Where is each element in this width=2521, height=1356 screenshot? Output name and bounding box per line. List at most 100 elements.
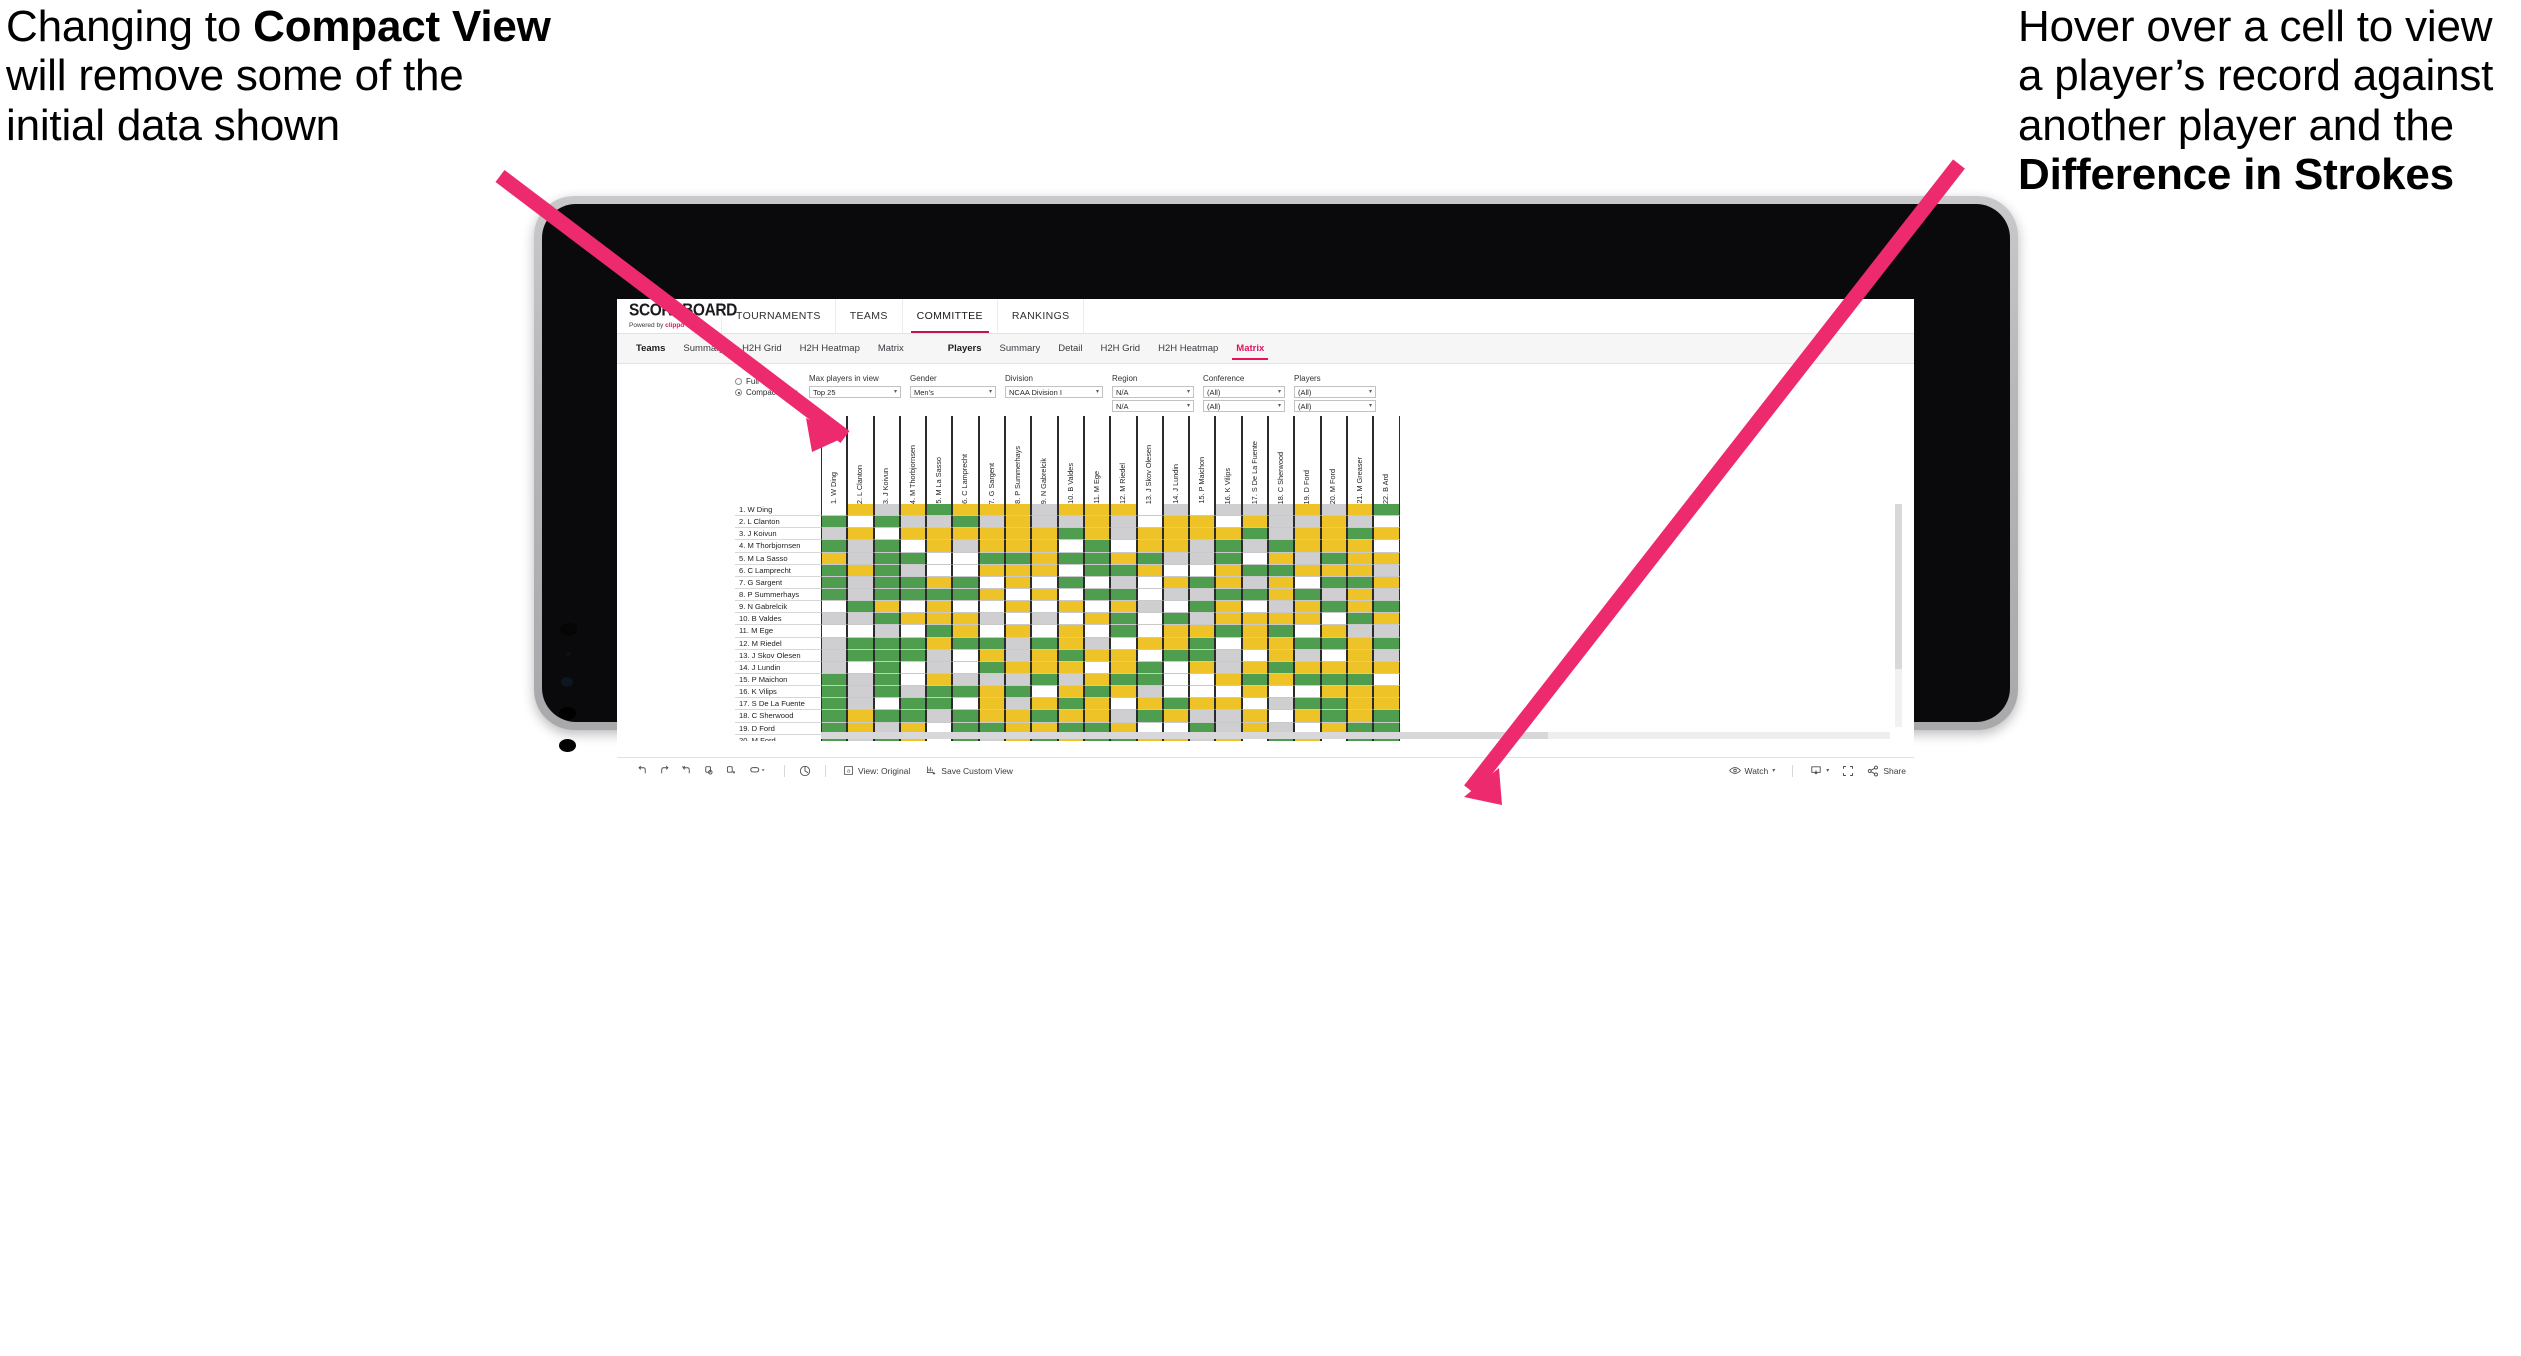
matrix-column-header[interactable]: 1. W Ding xyxy=(821,416,848,504)
matrix-cell[interactable] xyxy=(847,625,874,638)
matrix-cell[interactable] xyxy=(1031,540,1058,553)
matrix-cell[interactable] xyxy=(952,613,979,626)
matrix-cell[interactable] xyxy=(1294,528,1321,541)
matrix-cell[interactable] xyxy=(899,564,927,577)
matrix-cell[interactable] xyxy=(847,613,874,626)
matrix-cell[interactable] xyxy=(847,710,874,723)
matrix-cell[interactable] xyxy=(1136,637,1163,650)
subnav-players-matrix[interactable]: Matrix xyxy=(1227,334,1273,364)
filter-gender-select[interactable]: Men’s ▾ xyxy=(910,386,996,398)
matrix-cell[interactable] xyxy=(1110,588,1137,602)
matrix-cell[interactable] xyxy=(926,601,953,614)
matrix-cell[interactable] xyxy=(1373,528,1400,541)
matrix-cell[interactable] xyxy=(1268,698,1295,711)
matrix-cell[interactable] xyxy=(1346,637,1374,650)
matrix-cell[interactable] xyxy=(1268,649,1295,662)
matrix-cell[interactable] xyxy=(1057,564,1084,577)
matrix-cell[interactable] xyxy=(1215,516,1242,529)
matrix-cell[interactable] xyxy=(847,588,874,602)
matrix-cell[interactable] xyxy=(1346,601,1374,614)
radio-full-view[interactable]: Full View xyxy=(735,376,809,387)
matrix-cell[interactable] xyxy=(1241,673,1269,687)
matrix-vertical-scrollbar-thumb[interactable] xyxy=(1895,504,1902,670)
matrix-row-label[interactable]: 15. P Maichon xyxy=(735,673,821,687)
matrix-cell[interactable] xyxy=(1373,504,1400,517)
matrix-cell[interactable] xyxy=(1241,661,1269,674)
matrix-cell[interactable] xyxy=(847,661,874,674)
matrix-cell[interactable] xyxy=(1268,552,1295,565)
matrix-cell[interactable] xyxy=(926,540,953,553)
matrix-cell[interactable] xyxy=(1083,613,1111,626)
matrix-cell[interactable] xyxy=(978,673,1006,687)
matrix-column-header[interactable]: 17. S De La Fuente xyxy=(1241,416,1269,504)
matrix-cell[interactable] xyxy=(1320,504,1347,517)
matrix-cell[interactable] xyxy=(1136,588,1163,602)
save-custom-view-button[interactable]: Save Custom View xyxy=(918,765,1021,776)
matrix-cell[interactable] xyxy=(1268,564,1295,577)
matrix-cell[interactable] xyxy=(978,613,1006,626)
matrix-column-header[interactable]: 6. C Lamprecht xyxy=(952,416,979,504)
matrix-cell[interactable] xyxy=(1346,698,1374,711)
matrix-cell[interactable] xyxy=(1268,540,1295,553)
matrix-cell[interactable] xyxy=(926,504,953,517)
matrix-cell[interactable] xyxy=(1268,673,1295,687)
matrix-row-label[interactable]: 6. C Lamprecht xyxy=(735,564,821,577)
matrix-cell[interactable] xyxy=(1031,552,1058,565)
matrix-cell[interactable] xyxy=(1057,673,1084,687)
matrix-cell[interactable] xyxy=(1346,564,1374,577)
matrix-cell[interactable] xyxy=(1083,637,1111,650)
matrix-cell[interactable] xyxy=(926,686,953,699)
matrix-cell[interactable] xyxy=(1346,516,1374,529)
matrix-cell[interactable] xyxy=(1320,528,1347,541)
matrix-cell[interactable] xyxy=(847,576,874,589)
matrix-cell[interactable] xyxy=(1241,528,1269,541)
matrix-cell[interactable] xyxy=(1346,686,1374,699)
matrix-cell[interactable] xyxy=(1162,528,1190,541)
matrix-cell[interactable] xyxy=(873,661,900,674)
matrix-cell[interactable] xyxy=(1241,637,1269,650)
matrix-cell[interactable] xyxy=(1215,601,1242,614)
matrix-cell[interactable] xyxy=(1373,637,1400,650)
matrix-cell[interactable] xyxy=(1346,576,1374,589)
matrix-cell[interactable] xyxy=(978,698,1006,711)
matrix-cell[interactable] xyxy=(1083,516,1111,529)
matrix-cell[interactable] xyxy=(1294,576,1321,589)
matrix-cell[interactable] xyxy=(1005,504,1032,517)
matrix-cell[interactable] xyxy=(847,552,874,565)
matrix-cell[interactable] xyxy=(978,625,1006,638)
matrix-cell[interactable] xyxy=(1005,649,1032,662)
matrix-cell[interactable] xyxy=(821,564,848,577)
matrix-cell[interactable] xyxy=(1215,613,1242,626)
matrix-cell[interactable] xyxy=(1136,564,1163,577)
matrix-cell[interactable] xyxy=(1136,710,1163,723)
matrix-cell[interactable] xyxy=(1031,698,1058,711)
matrix-cell[interactable] xyxy=(873,637,900,650)
matrix-cell[interactable] xyxy=(1268,625,1295,638)
matrix-cell[interactable] xyxy=(1215,625,1242,638)
matrix-cell[interactable] xyxy=(1268,637,1295,650)
matrix-cell[interactable] xyxy=(873,516,900,529)
matrix-row-label[interactable]: 1. W Ding xyxy=(735,504,821,517)
matrix-cell[interactable] xyxy=(1189,576,1216,589)
matrix-cell[interactable] xyxy=(1241,710,1269,723)
matrix-horizontal-scrollbar[interactable] xyxy=(821,732,1890,739)
matrix-grid[interactable]: 1. W Ding 2. L Clanton 3. J Koivun 4. M Tho… xyxy=(735,504,1904,741)
matrix-cell[interactable] xyxy=(926,625,953,638)
topnav-teams[interactable]: TEAMS xyxy=(836,299,903,333)
matrix-cell[interactable] xyxy=(1005,552,1032,565)
matrix-cell[interactable] xyxy=(873,613,900,626)
matrix-row-label[interactable]: 10. B Valdes xyxy=(735,613,821,626)
matrix-cell[interactable] xyxy=(899,552,927,565)
filter-conference-select-2[interactable]: (All) ▾ xyxy=(1203,400,1285,412)
matrix-cell[interactable] xyxy=(926,698,953,711)
matrix-cell[interactable] xyxy=(952,528,979,541)
matrix-cell[interactable] xyxy=(1031,504,1058,517)
matrix-cell[interactable] xyxy=(1320,637,1347,650)
matrix-cell[interactable] xyxy=(1215,588,1242,602)
matrix-cell[interactable] xyxy=(899,710,927,723)
matrix-cell[interactable] xyxy=(1268,710,1295,723)
matrix-cell[interactable] xyxy=(873,504,900,517)
matrix-cell[interactable] xyxy=(1189,661,1216,674)
matrix-cell[interactable] xyxy=(1373,686,1400,699)
matrix-cell[interactable] xyxy=(1373,540,1400,553)
